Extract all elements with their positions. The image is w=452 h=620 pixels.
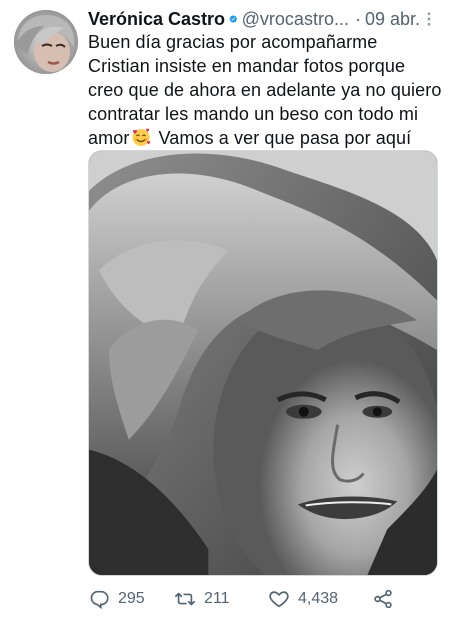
tweet-header: Verónica Castro @vrocastro... · 09 abr.	[88, 8, 438, 30]
more-options-icon[interactable]	[420, 8, 438, 30]
tweet-card[interactable]: Verónica Castro @vrocastro... · 09 abr. …	[0, 0, 452, 620]
tweet-actions: 295 211 4,438	[88, 586, 398, 612]
heart-icon	[269, 591, 289, 608]
avatar[interactable]	[14, 10, 78, 74]
tweet-photo[interactable]	[88, 150, 438, 576]
tweet-date[interactable]: 09 abr.	[365, 8, 420, 30]
author-display-name[interactable]: Verónica Castro	[88, 8, 225, 30]
like-count: 4,438	[298, 590, 339, 607]
reply-button[interactable]: 295	[88, 588, 174, 610]
author-handle[interactable]: @vrocastro...	[242, 8, 349, 30]
tweet-text: Buen día gracias por acompañarme Cristia…	[88, 30, 444, 150]
reply-icon	[90, 590, 109, 610]
retweet-count: 211	[204, 590, 230, 607]
portrait-photo	[89, 151, 437, 575]
verified-badge-icon	[229, 15, 238, 23]
avatar-image	[14, 10, 78, 74]
share-icon	[374, 589, 392, 609]
share-button[interactable]	[372, 588, 396, 610]
header-separator: ·	[354, 9, 361, 29]
like-button[interactable]: 4,438	[268, 588, 372, 610]
tweet-text-part2: Vamos a ver que pasa por aquí	[153, 128, 412, 148]
reply-count: 295	[118, 590, 145, 607]
smiling-face-with-hearts-icon	[131, 127, 151, 147]
retweet-icon	[175, 592, 195, 606]
retweet-button[interactable]: 211	[174, 588, 268, 610]
